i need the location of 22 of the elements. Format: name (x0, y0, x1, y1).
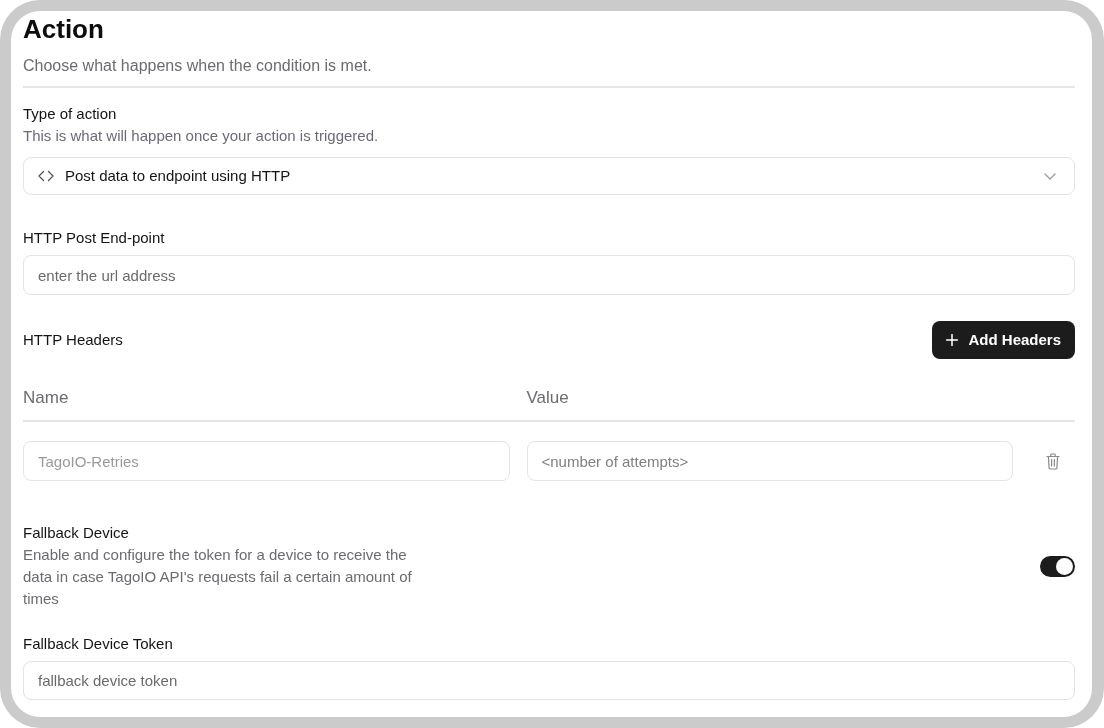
header-name-field[interactable]: TagoIO-Retries (23, 441, 510, 481)
add-headers-button[interactable]: Add Headers (932, 321, 1075, 359)
toggle-switch[interactable] (1040, 556, 1075, 577)
field-label: Fallback Device (23, 523, 130, 543)
field-description: Enable and configure the token for a device to receive the data in case TagoIO API's requests fail a certain amount of times (23, 545, 413, 609)
url-input-field[interactable]: enter the url address (23, 255, 1075, 295)
action-select[interactable]: Post data to endpoint using HTTP (23, 157, 1075, 195)
section-title: Action (23, 13, 105, 45)
column-header: Name (23, 387, 70, 409)
field-label: Fallback Device Token (23, 634, 174, 654)
chevron-down-icon (1044, 172, 1056, 180)
plus-icon (946, 334, 959, 346)
column-header: Value (526, 387, 570, 409)
header-value-field[interactable]: <number of attempts> (526, 441, 1013, 481)
section-label: HTTP Headers (23, 330, 123, 350)
token-input-field[interactable]: fallback device token (23, 661, 1075, 700)
code-icon (38, 170, 54, 182)
field-label: Type of action (23, 104, 118, 124)
field-label: HTTP Post End-point (23, 228, 166, 248)
trash-icon[interactable] (1045, 452, 1060, 470)
field-description: This is what will happen once your action is triggered. (23, 126, 380, 146)
section-subtitle: Choose what happens when the condition is met. (23, 56, 373, 76)
